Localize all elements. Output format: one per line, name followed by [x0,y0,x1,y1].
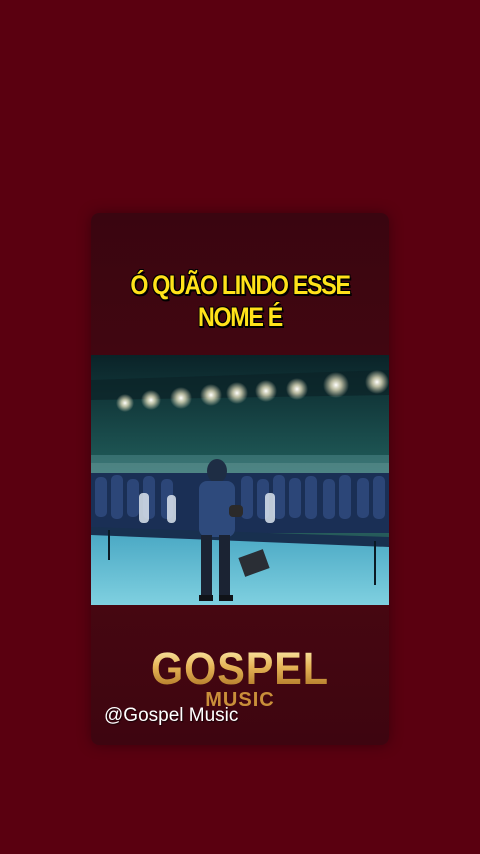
headline-line-2: NOME É [198,302,283,332]
video-card[interactable]: Ó QUÃO LINDO ESSE NOME É GOSPEL MUSIC [91,213,389,745]
gospel-music-logo: GOSPEL MUSIC [91,645,389,712]
headline-caption: Ó QUÃO LINDO ESSE NOME É [112,269,368,333]
concert-photo [91,355,389,605]
concert-scene-image [91,355,389,605]
headline-line-1: Ó QUÃO LINDO ESSE [130,270,351,300]
logo-gospel-text: GOSPEL [103,645,377,693]
watermark-handle: @Gospel Music [104,705,239,726]
